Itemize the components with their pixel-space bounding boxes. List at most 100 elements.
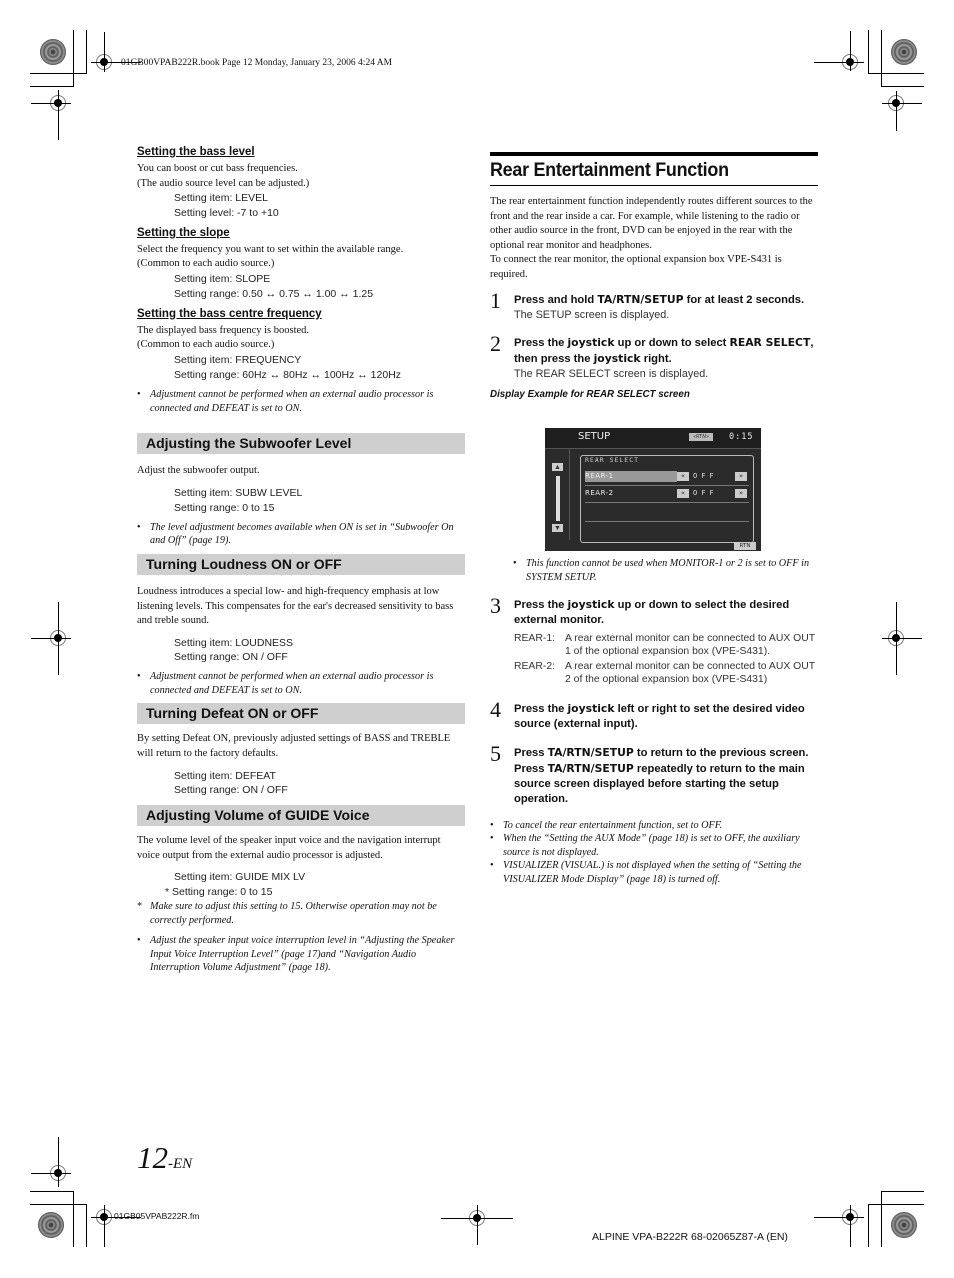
note: • Adjustment cannot be performed when an… bbox=[137, 670, 465, 697]
body-text: Select the frequency you want to set wit… bbox=[137, 243, 404, 255]
bullet: • bbox=[490, 833, 494, 845]
figure-caption: Display Example for REAR SELECT screen bbox=[490, 388, 690, 400]
note-text: This function cannot be used when MONITO… bbox=[526, 558, 810, 583]
registration-disc-icon bbox=[891, 1212, 917, 1238]
divider bbox=[585, 502, 749, 503]
setting-range: Setting range: ON / OFF bbox=[174, 651, 288, 664]
crop-line bbox=[73, 30, 74, 87]
page-number-value: 12 bbox=[137, 1140, 168, 1175]
step-number: 4 bbox=[490, 696, 501, 722]
note: • To cancel the rear entertainment functi… bbox=[490, 819, 818, 833]
rear-2-row[interactable]: REAR-2 « OFF » bbox=[585, 488, 749, 499]
crop-line bbox=[58, 1137, 59, 1187]
row-value: OFF bbox=[693, 472, 718, 480]
rtn-badge: «RTN» bbox=[689, 433, 713, 441]
intro-text: To connect the rear monitor, the optiona… bbox=[490, 254, 782, 280]
monitor-definitions: REAR-1: A rear external monitor can be c… bbox=[514, 632, 818, 687]
subheading: Setting the bass level bbox=[137, 146, 255, 158]
bullet: • bbox=[137, 671, 141, 683]
definition-row: REAR-1: A rear external monitor can be c… bbox=[514, 632, 818, 659]
key-name: TA/RTN/SETUP bbox=[597, 292, 684, 306]
crop-line bbox=[814, 62, 864, 63]
setting-item: Setting item: DEFEAT bbox=[174, 769, 276, 782]
body-text: (The audio source level can be adjusted.… bbox=[137, 177, 310, 189]
bullet: • bbox=[490, 819, 494, 831]
crop-line bbox=[868, 30, 869, 74]
scroll-up-icon[interactable]: ▲ bbox=[552, 463, 563, 471]
step-result: The REAR SELECT screen is displayed. bbox=[514, 368, 709, 381]
page-title: Rear Entertainment Function bbox=[490, 159, 729, 181]
step-number: 5 bbox=[490, 740, 501, 766]
setting-range: Setting range: 0 to 15 bbox=[174, 501, 275, 514]
crop-line bbox=[30, 73, 87, 74]
crop-line bbox=[30, 1191, 74, 1192]
rear-select-screen: SETUP «RTN» 0:15 ▲ ▼ REAR SELECT REAR-1 … bbox=[545, 428, 761, 551]
key-name: REAR SELECT bbox=[729, 336, 811, 350]
text: for at least 2 seconds. bbox=[683, 293, 805, 306]
step-2: 2 Press the joystick up or down to selec… bbox=[490, 331, 818, 382]
crop-line bbox=[882, 103, 922, 104]
registration-disc-icon bbox=[891, 39, 917, 65]
step-number: 1 bbox=[490, 287, 501, 313]
footer-filename: 01GB05VPAB222R.fm bbox=[114, 1211, 200, 1221]
section-heading-loudness: Turning Loudness ON or OFF bbox=[137, 553, 465, 575]
step-4: 4 Press the joystick left or right to se… bbox=[490, 697, 818, 732]
section-centre-frequency: Setting the bass centre frequency The di… bbox=[137, 308, 465, 416]
asterisk-note: * Make sure to adjust this setting to 15… bbox=[137, 900, 465, 927]
chevron-right-icon[interactable]: » bbox=[735, 489, 747, 498]
crop-line bbox=[104, 32, 105, 72]
section-heading-defeat: Turning Defeat ON or OFF bbox=[137, 703, 465, 725]
scrollbar[interactable] bbox=[556, 476, 560, 521]
step-5: 5 Press TA/RTN/SETUP to return to the pr… bbox=[490, 741, 818, 807]
setting-item: Setting item: LEVEL bbox=[174, 192, 268, 205]
subheading: Setting the bass centre frequency bbox=[137, 307, 322, 320]
step-instruction: Press the joystick up or down to select … bbox=[514, 335, 818, 367]
bullet: • bbox=[137, 389, 141, 401]
divider bbox=[585, 521, 749, 522]
step-instruction: Press and hold TA/RTN/SETUP for at least… bbox=[514, 292, 818, 308]
body-text: By setting Defeat ON, previously adjuste… bbox=[137, 733, 451, 760]
setting-range: Setting range: 60Hz ↔ 80Hz ↔ 100Hz ↔ 120… bbox=[174, 368, 402, 381]
chevron-right-icon[interactable]: » bbox=[735, 472, 747, 481]
body-text: (Common to each audio source.) bbox=[137, 258, 275, 270]
section-defeat: By setting Defeat ON, previously adjuste… bbox=[137, 732, 465, 798]
note-text: Adjust the speaker input voice interrupt… bbox=[150, 935, 455, 974]
scroll-down-icon[interactable]: ▼ bbox=[552, 524, 563, 532]
definition-desc: A rear external monitor can be connected… bbox=[565, 660, 815, 686]
rear-1-row[interactable]: REAR-1 « OFF » bbox=[585, 471, 749, 482]
key-name: joystick bbox=[593, 352, 641, 366]
setting-range: * Setting range: 0 to 15 bbox=[165, 886, 273, 899]
crop-line bbox=[104, 1205, 105, 1247]
setting-item: Setting item: LOUDNESS bbox=[174, 636, 294, 649]
definition-term: REAR-2: bbox=[514, 660, 555, 672]
right-column: Rear Entertainment Function The rear ent… bbox=[490, 152, 818, 400]
crop-line bbox=[881, 30, 882, 87]
registration-disc-icon bbox=[40, 39, 66, 65]
key-name: TA/RTN/SETUP bbox=[547, 761, 634, 775]
step-number: 3 bbox=[490, 593, 501, 618]
crop-line bbox=[881, 1191, 882, 1247]
key-name: joystick bbox=[567, 701, 615, 715]
body-text: The volume level of the speaker input vo… bbox=[137, 835, 441, 861]
note-text: When the “Setting the AUX Mode” (page 18… bbox=[503, 833, 800, 858]
intro-text: The rear entertainment function independ… bbox=[490, 196, 813, 251]
crop-line bbox=[30, 86, 74, 87]
chevron-left-icon[interactable]: « bbox=[677, 472, 689, 481]
right-column-lower: • This function cannot be used when MONI… bbox=[513, 557, 818, 584]
section-bass-level: Setting the bass level You can boost or … bbox=[137, 146, 465, 221]
definition-row: REAR-2: A rear external monitor can be c… bbox=[514, 660, 818, 687]
crop-line bbox=[58, 602, 59, 675]
key-name: TA/RTN/SETUP bbox=[547, 745, 634, 759]
crop-line bbox=[86, 1204, 87, 1247]
step-instruction: Press the joystick up or down to select … bbox=[514, 597, 818, 628]
setting-range: Setting range: 0.50 ↔ 0.75 ↔ 1.00 ↔ 1.25 bbox=[174, 287, 374, 300]
crop-line bbox=[86, 30, 87, 74]
rear-select-panel bbox=[580, 455, 754, 543]
rtn-button[interactable]: RTN bbox=[734, 542, 756, 550]
note: • When the “Setting the AUX Mode” (page 1… bbox=[490, 832, 818, 859]
crop-line bbox=[31, 103, 71, 104]
chevron-left-icon[interactable]: « bbox=[677, 489, 689, 498]
screen-time: 0:15 bbox=[729, 432, 754, 442]
key-name: joystick bbox=[567, 598, 615, 611]
section-slope: Setting the slope Select the frequency y… bbox=[137, 227, 465, 302]
